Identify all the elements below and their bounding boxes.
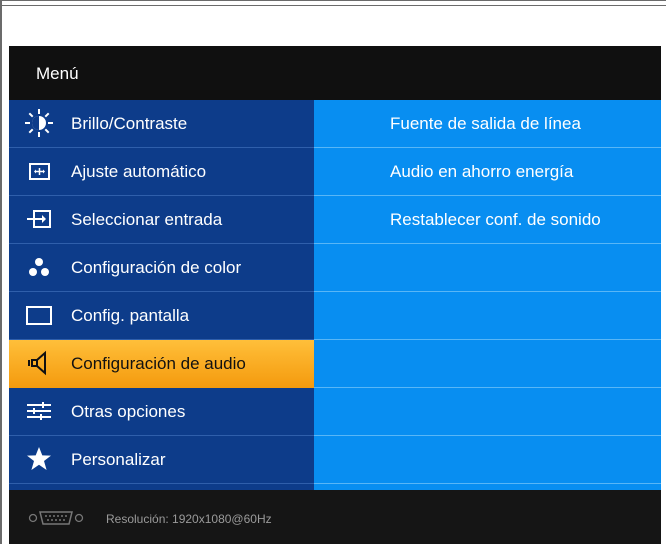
menu-label-other-options: Otras opciones [71, 402, 186, 421]
menu-item-display-settings[interactable]: Config. pantalla [9, 292, 314, 340]
submenu-item-line-out-source[interactable]: Fuente de salida de línea [314, 100, 661, 148]
display-icon [26, 306, 52, 325]
submenu-panel: Fuente de salida de línea Audio en ahorr… [314, 100, 661, 490]
menu-label-display-settings: Config. pantalla [71, 306, 190, 325]
menu-item-color-settings[interactable]: Configuración de color [9, 244, 314, 292]
screenshot-frame-top [0, 0, 666, 6]
menu-item-audio-settings[interactable]: Configuración de audio [9, 340, 314, 388]
menu-label-input-source: Seleccionar entrada [71, 210, 223, 229]
auto-adjust-icon [29, 163, 50, 180]
submenu-label-audio-power-save: Audio en ahorro energía [390, 162, 574, 181]
menu-label-auto-adjust: Ajuste automático [71, 162, 207, 181]
title-bar: Menú [9, 46, 661, 100]
submenu-empty-row [314, 388, 661, 436]
menu-label-personalize: Personalizar [71, 450, 166, 469]
monitor-osd: Menú Brillo/Contraste Ajuste automático … [9, 46, 661, 544]
resolution-status: Resolución: 1920x1080@60Hz [106, 512, 272, 526]
menu-item-auto-adjust[interactable]: Ajuste automático [9, 148, 314, 196]
submenu-empty-row [314, 340, 661, 388]
submenu-item-audio-power-save[interactable]: Audio en ahorro energía [314, 148, 661, 196]
menu-item-other-options[interactable]: Otras opciones [9, 388, 314, 436]
menu-label-color-settings: Configuración de color [71, 258, 242, 277]
color-dots-icon [29, 258, 49, 276]
menu-label-audio-settings: Configuración de audio [71, 354, 246, 373]
submenu-item-reset-audio[interactable]: Restablecer conf. de sonido [314, 196, 661, 244]
screenshot-frame-left [0, 0, 2, 544]
menu-label-brightness-contrast: Brillo/Contraste [71, 114, 188, 133]
submenu-empty-row [314, 244, 661, 292]
vga-port-icon [28, 511, 84, 525]
input-source-icon [27, 210, 51, 228]
submenu-label-line-out-source: Fuente de salida de línea [390, 114, 581, 133]
menu-item-personalize[interactable]: Personalizar [9, 436, 314, 484]
menu-title: Menú [36, 64, 79, 83]
submenu-label-reset-audio: Restablecer conf. de sonido [390, 210, 601, 229]
speaker-icon [28, 350, 46, 376]
menu-item-brightness-contrast[interactable]: Brillo/Contraste [9, 100, 314, 148]
menu-item-input-source[interactable]: Seleccionar entrada [9, 196, 314, 244]
star-icon [27, 447, 51, 470]
submenu-empty-row [314, 436, 661, 484]
sliders-icon [27, 402, 51, 420]
submenu-empty-row [314, 292, 661, 340]
brightness-icon [25, 109, 53, 137]
status-bar: Resolución: 1920x1080@60Hz [9, 490, 661, 544]
main-menu: Brillo/Contraste Ajuste automático Selec… [9, 100, 314, 490]
